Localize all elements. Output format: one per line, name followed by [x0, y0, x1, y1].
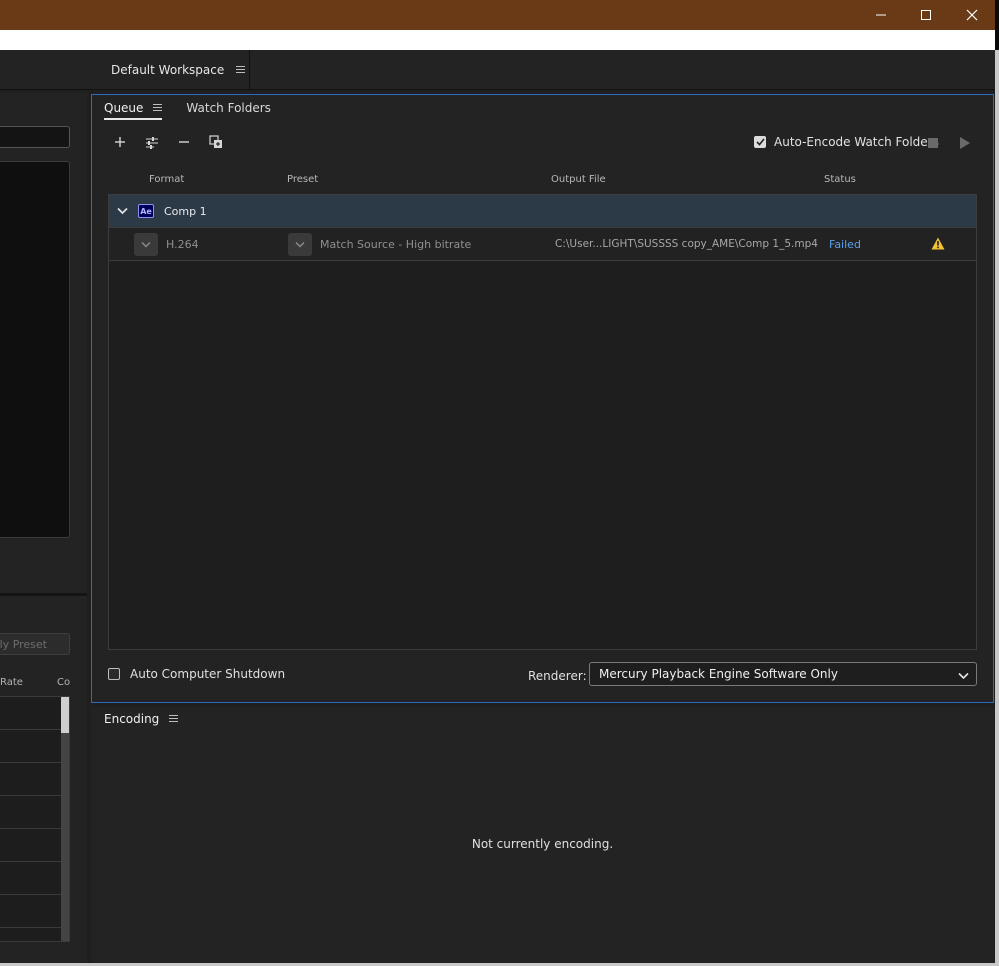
encoding-panel: Encoding Not currently encoding.: [91, 707, 994, 963]
column-header-format[interactable]: Format: [149, 174, 184, 185]
panel-divider[interactable]: [0, 593, 87, 596]
scrollbar-thumb[interactable]: [61, 697, 69, 733]
tab-queue-label: Queue: [104, 100, 144, 115]
duplicate-icon[interactable]: [207, 133, 225, 151]
panel-menu-icon[interactable]: [153, 103, 163, 112]
title-bar: [0, 0, 999, 30]
preset-preview-area: [0, 161, 70, 538]
minus-icon[interactable]: [175, 133, 193, 151]
preset-value[interactable]: Match Source - High bitrate: [320, 238, 471, 251]
list-item[interactable]: [0, 763, 61, 796]
settings-sliders-icon[interactable]: [143, 133, 161, 151]
scrollbar[interactable]: [61, 697, 69, 941]
workspace-bar: Default Workspace: [0, 50, 995, 90]
list-item[interactable]: [0, 862, 61, 895]
format-dropdown-button[interactable]: [134, 233, 158, 256]
warning-icon[interactable]: [931, 237, 945, 250]
preset-browser-panel: Apply Preset Rate Co: [0, 93, 87, 963]
renderer-select[interactable]: Mercury Playback Engine Software Only: [589, 662, 977, 686]
column-header-rate[interactable]: Rate: [0, 677, 23, 688]
encoding-status-message: Not currently encoding.: [471, 837, 614, 851]
chevron-down-icon: [958, 669, 969, 683]
queue-panel: Queue Watch Folders Auto-Encode Watch Fo…: [91, 94, 994, 703]
auto-shutdown-label: Auto Computer Shutdown: [130, 667, 286, 681]
status-text: Failed: [829, 238, 861, 251]
output-row[interactable]: H.264 Match Source - High bitrate C:\Use…: [109, 228, 976, 261]
minimize-icon[interactable]: [858, 0, 904, 30]
auto-encode-toggle[interactable]: Auto-Encode Watch Folders: [754, 135, 939, 149]
queue-item-row[interactable]: Ae Comp 1: [109, 195, 976, 228]
chevron-down-icon[interactable]: [116, 205, 128, 217]
column-header-co[interactable]: Co: [57, 677, 70, 688]
column-header-output-file[interactable]: Output File: [551, 174, 606, 185]
renderer-value: Mercury Playback Engine Software Only: [599, 667, 838, 681]
panel-menu-icon[interactable]: [169, 715, 179, 723]
apply-preset-button[interactable]: Apply Preset: [0, 633, 70, 655]
auto-shutdown-checkbox[interactable]: [108, 668, 120, 680]
list-item[interactable]: [0, 895, 61, 928]
list-item[interactable]: [0, 829, 61, 862]
menu-bar: [0, 30, 995, 50]
preset-search-input[interactable]: [0, 126, 70, 148]
list-item[interactable]: [0, 730, 61, 763]
play-icon[interactable]: [960, 137, 970, 149]
queue-item-name: Comp 1: [164, 204, 207, 218]
list-item[interactable]: [0, 796, 61, 829]
close-icon[interactable]: [949, 0, 995, 30]
after-effects-icon: Ae: [138, 204, 154, 218]
tab-watch-folders[interactable]: Watch Folders: [186, 101, 271, 120]
queue-list: Ae Comp 1 H.264 Match Source - High bitr…: [108, 194, 977, 650]
tab-encoding[interactable]: Encoding: [104, 712, 179, 726]
window-edge: [995, 0, 999, 966]
column-header-preset[interactable]: Preset: [287, 174, 318, 185]
workspace-tab-label: Default Workspace: [111, 63, 225, 77]
preset-list: [0, 696, 70, 942]
preset-dropdown-button[interactable]: [288, 233, 312, 256]
output-file-path[interactable]: C:\User...LIGHT\SUSSSS copy_AME\Comp 1_5…: [555, 238, 818, 250]
column-header-status[interactable]: Status: [824, 174, 856, 185]
tab-encoding-label: Encoding: [104, 712, 160, 726]
format-value[interactable]: H.264: [166, 238, 199, 251]
tab-queue[interactable]: Queue: [104, 100, 163, 120]
auto-shutdown-toggle[interactable]: Auto Computer Shutdown: [108, 667, 285, 681]
workspace-tab[interactable]: Default Workspace: [96, 50, 250, 90]
auto-encode-checkbox[interactable]: [754, 136, 766, 148]
list-item[interactable]: [0, 697, 61, 730]
stop-icon[interactable]: [928, 138, 938, 148]
auto-encode-label: Auto-Encode Watch Folders: [774, 135, 939, 149]
panel-menu-icon[interactable]: [236, 66, 246, 74]
maximize-icon[interactable]: [903, 0, 949, 30]
queue-panel-tabs: Queue Watch Folders: [104, 100, 271, 120]
renderer-label: Renderer:: [528, 669, 587, 683]
plus-icon[interactable]: [111, 133, 129, 151]
window-edge-top: [995, 0, 999, 50]
